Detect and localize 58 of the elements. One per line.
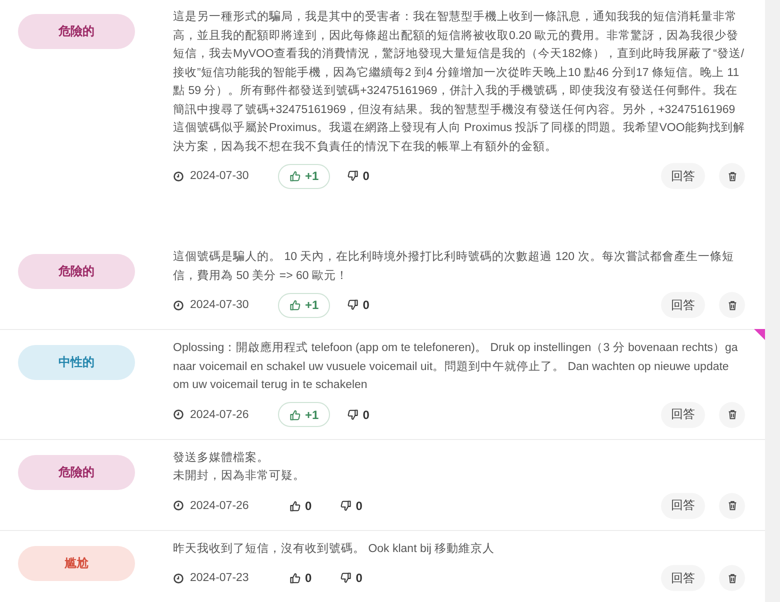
- comment-date: 2024-07-26: [190, 500, 250, 512]
- trash-icon: [726, 170, 738, 182]
- clock-icon: [173, 500, 184, 511]
- thumbs-up-icon: [289, 170, 301, 182]
- thumbs-up-icon: [289, 572, 301, 584]
- comment-text: 發送多媒體檔案。: [173, 450, 270, 466]
- clock-icon: [173, 300, 184, 310]
- rating-badge: 危險的: [18, 454, 135, 490]
- reply-button[interactable]: 回答: [661, 292, 705, 318]
- dislike-button[interactable]: 0: [336, 164, 380, 188]
- trash-icon: [726, 500, 738, 511]
- reply-button[interactable]: 回答: [661, 492, 705, 518]
- comment-text: 昨天我收到了短信，沒有收到號碼。 Ook klant bij 移動維京人: [173, 542, 496, 556]
- comment-text: 這個號碼是騙人的。 10 天內，在比利時境外撥打比利時號碼的次數超過 120 次。每次嘗試都會產生一條短信，費用為 50 美分 => 60 歐元！: [173, 249, 735, 284]
- reply-button[interactable]: 回答: [661, 565, 705, 591]
- reply-button[interactable]: 回答: [661, 163, 705, 189]
- clock-icon: [173, 572, 184, 584]
- trash-icon: [726, 409, 738, 420]
- corner-marker-icon: [754, 329, 765, 340]
- like-button[interactable]: 0: [278, 566, 323, 590]
- comment-date: 2024-07-26: [190, 408, 250, 420]
- comment-text: 這是另一種形式的騙局，我是其中的受害者：我在智慧型手機上收到一條訊息，通知我我的短信消耗量非常高，並且我的配額即將達到，因此每條超出配額的短信將被收取0.20 歐元的費用。非常驚訝，因為我很少發短信，我去MyVOO查看我的消費情況，驚訝地發現大量短信是我的（今天182條），直到此時我屏蔽了“發送/接收”短信功能我的智能手機，因為它繼續每2 到4 分鐘增加一次從昨天晚上10 點46 分到17 條短信。晚上 11 點 59 分）。所有郵件都發送到號碼+32475161969，併計入我的手機號碼，即使我沒有發送任何郵件。我在簡訊中搜尋了號碼+32475161969，但沒有結果。我的智慧型手機沒有發送任何內容。另外，+32475161969這個號碼似乎屬於Proximus。我還在網路上發現有人向 Proximus 投訴了同樣的問題。我希望VOO能夠找到解決方案，因為我不想在我不負責任的情況下在我的帳單上有額外的金額。: [173, 9, 745, 154]
- thumbs-down-icon: [346, 299, 359, 311]
- thumbs-up-icon: [289, 500, 301, 512]
- delete-button[interactable]: [719, 402, 745, 428]
- like-button[interactable]: +1: [278, 292, 330, 318]
- trash-icon: [726, 300, 738, 310]
- rating-badge: 中性的: [18, 345, 135, 380]
- reply-button[interactable]: 回答: [661, 402, 705, 428]
- rating-badge: 危險的: [18, 14, 135, 49]
- clock-icon: [173, 409, 184, 420]
- like-button[interactable]: +1: [278, 164, 330, 188]
- dislike-button[interactable]: 0: [328, 493, 374, 518]
- like-button[interactable]: +1: [278, 402, 330, 427]
- comment-text: 未開封，因為非常可疑。: [173, 468, 306, 484]
- scrollbar-track[interactable]: [765, 0, 780, 602]
- dislike-button[interactable]: 0: [336, 292, 380, 318]
- delete-button[interactable]: [719, 565, 745, 591]
- rating-badge: 尴尬: [18, 546, 135, 580]
- comment-text: Oplossing：開啟應用程式 telefoon (app om te telefoneren)。 Druk op instellingen（3 分 bovenaan rechts）ga naar voicemail en schakel uw vusuele voicemail uit。問題到中午就停止了。 Dan wachten op nieuwe update om uw voicemail terug in te schakelen: [173, 340, 739, 393]
- comment-date: 2024-07-23: [190, 572, 250, 584]
- clock-icon: [173, 170, 184, 182]
- dislike-button[interactable]: 0: [328, 566, 374, 590]
- comment-date: 2024-07-30: [190, 299, 250, 311]
- comment-date: 2024-07-30: [190, 170, 250, 182]
- thumbs-down-icon: [340, 500, 352, 512]
- thumbs-up-icon: [289, 408, 301, 420]
- thumbs-down-icon: [346, 170, 359, 182]
- dislike-button[interactable]: 0: [336, 402, 380, 427]
- rating-badge: 危險的: [18, 254, 135, 289]
- delete-button[interactable]: [719, 292, 745, 318]
- thumbs-down-icon: [346, 408, 359, 420]
- like-button[interactable]: 0: [278, 493, 323, 518]
- delete-button[interactable]: [719, 163, 745, 189]
- trash-icon: [726, 572, 738, 584]
- thumbs-up-icon: [289, 299, 301, 311]
- thumbs-down-icon: [340, 572, 352, 584]
- delete-button[interactable]: [719, 492, 745, 518]
